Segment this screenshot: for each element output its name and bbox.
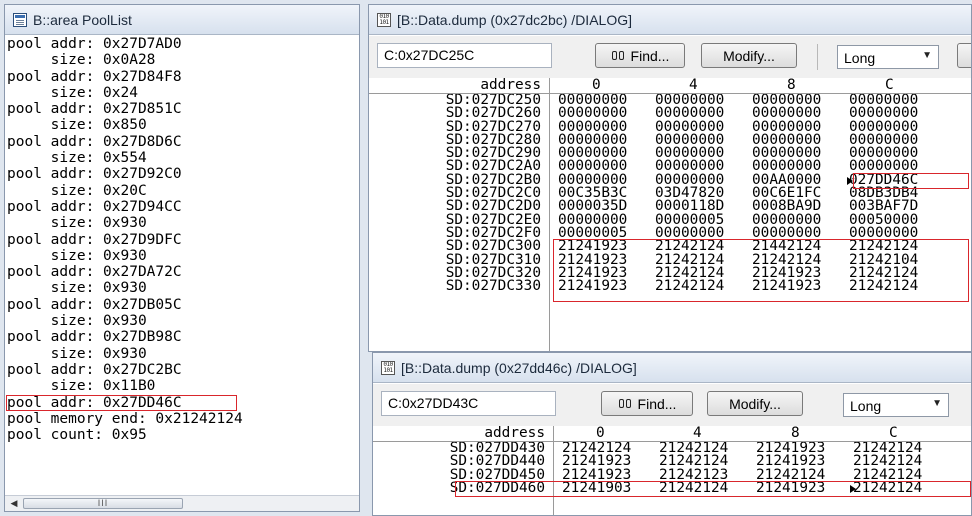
format-value: Long	[844, 50, 876, 66]
scroll-thumb[interactable]: III	[23, 498, 183, 509]
column-header-offset: 0	[592, 77, 601, 93]
chevron-down-icon: ▼	[922, 50, 932, 61]
column-header-offset: 8	[787, 77, 796, 93]
dump1-toolbar: C:0x27DC25C Find... Modify... Long ▼	[369, 36, 971, 78]
pool-line: size: 0x930	[7, 313, 147, 330]
column-header-offset: 0	[596, 425, 605, 441]
pool-list-title: B::area PoolList	[33, 11, 132, 28]
pool-list-titlebar[interactable]: B::area PoolList	[5, 5, 359, 35]
pool-line: pool addr: 0x27D8D6C	[7, 133, 182, 150]
dump-window-icon: 010 101	[381, 360, 395, 375]
pool-line: pool memory end: 0x21242124	[7, 410, 243, 427]
dump1-format-select[interactable]: Long ▼	[837, 45, 939, 69]
grid-header: address 0 4 8 C	[369, 78, 971, 94]
dump2-format-select[interactable]: Long ▼	[843, 393, 949, 417]
pool-line: size: 0x554	[7, 150, 147, 167]
binoculars-icon	[611, 49, 627, 63]
row-address: SD:027DC330	[445, 278, 541, 295]
dump2-address-input[interactable]: C:0x27DD43C	[381, 391, 556, 416]
pool-line: pool addr: 0x27D92C0	[7, 166, 182, 183]
dump1-modify-button[interactable]: Modify...	[701, 43, 797, 68]
pool-line: size: 0x850	[7, 117, 147, 134]
area-window-icon	[13, 12, 27, 27]
dump-rows: SD:027DC250 00000000 00000000 00000000 00000…	[369, 94, 971, 351]
pool-line-highlighted: pool addr: 0x27DD46C	[6, 394, 359, 411]
column-header-address: address	[480, 77, 541, 93]
data-dump-window-1: 010 101 [B::Data.dump (0x27dc2bc) /DIALOG…	[368, 4, 972, 352]
format-value: Long	[850, 398, 882, 414]
pool-line: pool addr: 0x27DB05C	[7, 296, 182, 313]
column-header-offset: C	[889, 425, 898, 441]
pool-line: size: 0x11B0	[7, 378, 156, 395]
scroll-left-arrow-icon[interactable]: ◀	[7, 497, 21, 510]
pointer-arrow-icon	[847, 176, 853, 185]
dump1-grid: address 0 4 8 C SD:027DC250 00000000 00000000 00…	[369, 78, 971, 351]
data-dump-window-2: 010 101 [B::Data.dump (0x27dd46c) /DIALOG…	[372, 352, 972, 516]
column-header-offset: 4	[693, 425, 702, 441]
column-header-offset: 8	[791, 425, 800, 441]
dump1-titlebar[interactable]: 010 101 [B::Data.dump (0x27dc2bc) /DIALOG…	[369, 5, 971, 35]
grid-header: address 0 4 8 C	[373, 426, 971, 442]
find-label: Find...	[630, 47, 670, 64]
pool-line: pool count: 0x95	[7, 427, 147, 444]
chevron-down-icon: ▼	[932, 398, 942, 409]
dump2-toolbar: C:0x27DD43C Find... Modify... Long ▼	[373, 384, 971, 426]
pool-list-hscrollbar[interactable]: ◀ III	[5, 495, 359, 511]
pool-line: size: 0x930	[7, 345, 147, 362]
dump-window-icon: 010 101	[377, 12, 391, 27]
pool-line: pool addr: 0x27DA72C	[7, 264, 182, 281]
modify-label: Modify...	[729, 395, 781, 412]
pool-line: size: 0x0A28	[7, 52, 156, 69]
dump-rows: SD:027DD430 21242124 21242124 21241923 21242…	[373, 442, 971, 515]
toolbar-separator	[817, 44, 818, 70]
pool-line: pool addr: 0x27D7AD0	[7, 36, 182, 52]
pool-list-content: pool addr: 0x27D7AD0 size: 0x0A28 pool ad…	[5, 36, 359, 495]
binoculars-icon	[618, 397, 634, 411]
dump1-address-input[interactable]: C:0x27DC25C	[377, 43, 552, 68]
dump1-find-button[interactable]: Find...	[595, 43, 685, 68]
dump2-titlebar[interactable]: 010 101 [B::Data.dump (0x27dd46c) /DIALOG…	[373, 353, 971, 383]
pool-line: pool addr: 0x27D94CC	[7, 198, 182, 215]
column-header-address: address	[484, 425, 545, 441]
pool-line: pool addr: 0x27D9DFC	[7, 231, 182, 248]
modify-label: Modify...	[723, 47, 775, 64]
dump1-title: [B::Data.dump (0x27dc2bc) /DIALOG]	[397, 11, 632, 28]
pool-line: size: 0x24	[7, 84, 138, 101]
pool-line: size: 0x20C	[7, 182, 147, 199]
pool-line: size: 0x930	[7, 247, 147, 264]
column-header-offset: 4	[689, 77, 698, 93]
pointer-cell-highlight	[853, 172, 969, 190]
pointer-arrow-icon	[850, 484, 856, 493]
dump2-title: [B::Data.dump (0x27dd46c) /DIALOG]	[401, 359, 637, 376]
pool-list-window: B::area PoolList pool addr: 0x27D7AD0 si…	[4, 4, 360, 512]
find-label: Find...	[637, 395, 677, 412]
dump2-modify-button[interactable]: Modify...	[707, 391, 803, 416]
address-row-highlight	[455, 480, 971, 498]
pool-line: pool addr: 0x27DC2BC	[7, 361, 182, 378]
pool-line: size: 0x930	[7, 280, 147, 297]
dump1-extra-button[interactable]	[957, 43, 971, 68]
pool-line: pool addr: 0x27D851C	[7, 101, 182, 118]
pool-line: pool addr: 0x27D84F8	[7, 68, 182, 85]
pool-line: pool addr: 0x27DB98C	[7, 329, 182, 346]
dump2-find-button[interactable]: Find...	[601, 391, 693, 416]
pool-line: size: 0x930	[7, 215, 147, 232]
dump2-grid: address 0 4 8 C SD:027DD430 21242124 21242124 21…	[373, 426, 971, 515]
overwritten-region-highlight	[553, 239, 969, 303]
column-header-offset: C	[885, 77, 894, 93]
